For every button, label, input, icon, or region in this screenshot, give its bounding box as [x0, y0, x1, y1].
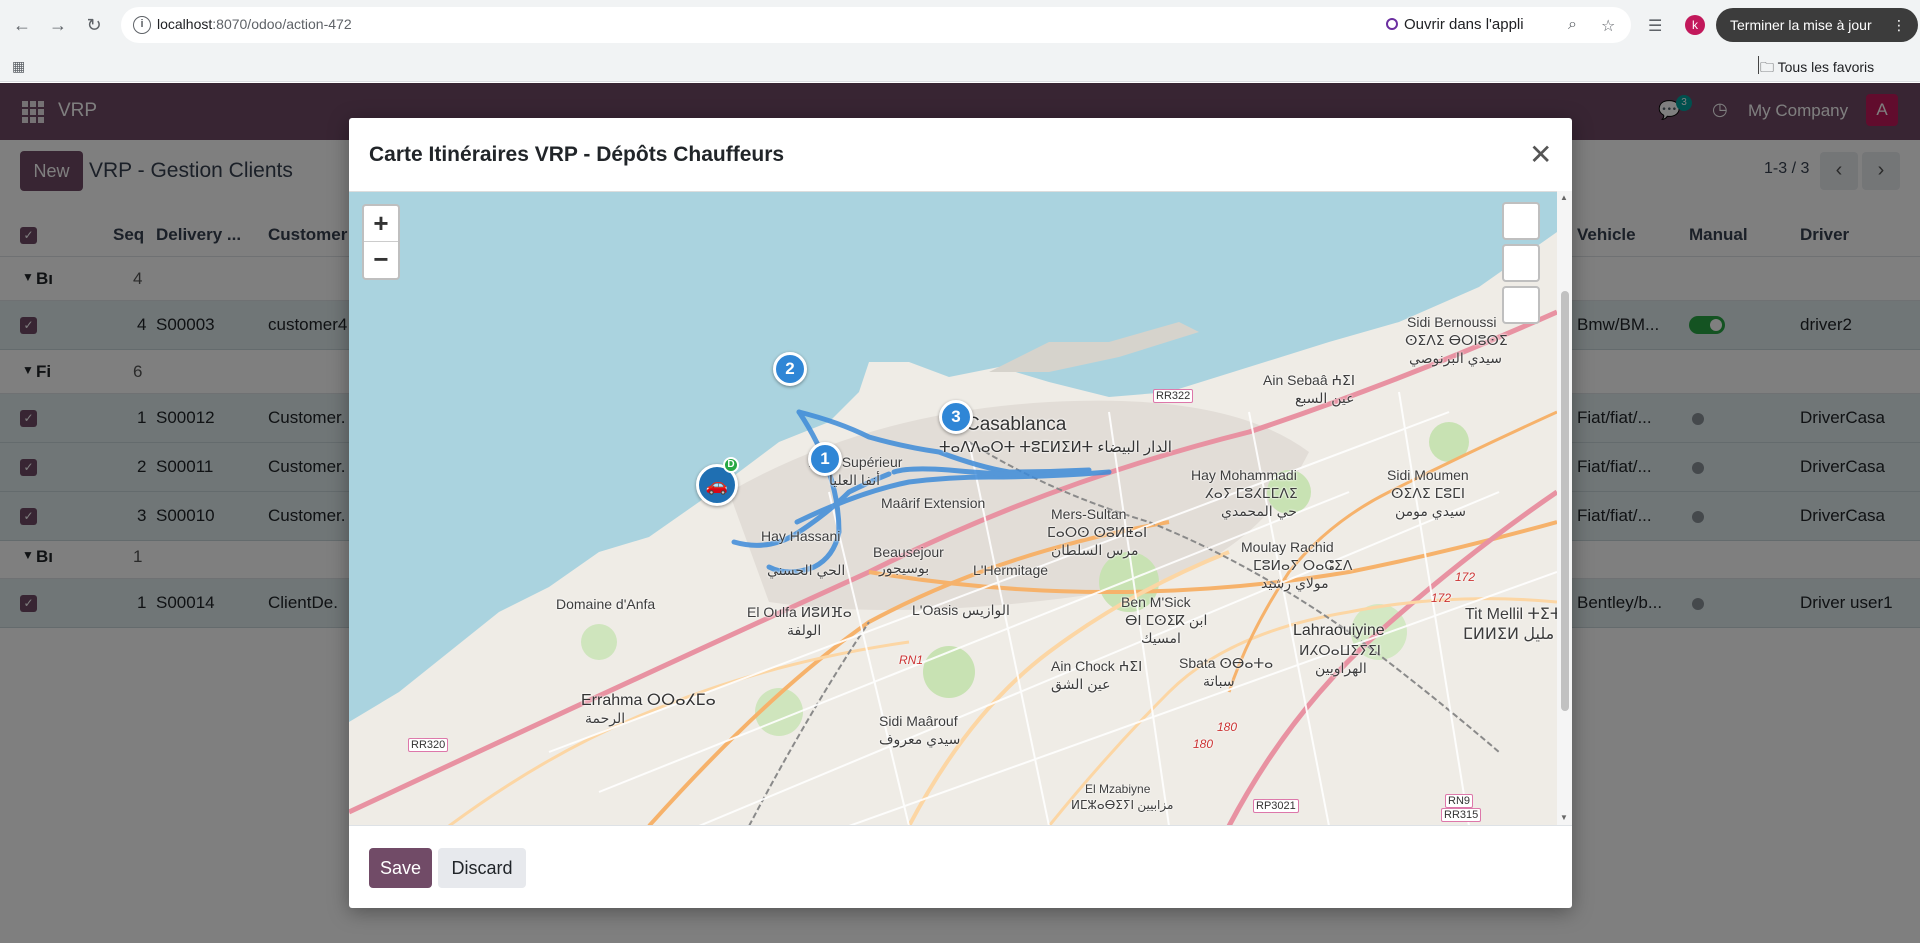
all-bookmarks-button[interactable]: 🗀 Tous les favoris	[1760, 57, 1874, 81]
map-label: Beausejour	[873, 544, 944, 560]
map-label: سيدي مومن	[1395, 503, 1467, 519]
map-label: ⵎⵍⵍⵉⵍ بط مليل	[1463, 626, 1557, 643]
road-shield: RR322	[1153, 389, 1194, 403]
apps-grid-icon[interactable]: ▦	[12, 58, 25, 75]
bookmark-star-icon[interactable]: ☆	[1601, 16, 1615, 36]
map-label: Ain Sebaâ ⵄⵉⵏ	[1263, 372, 1355, 388]
close-icon[interactable]: ✕	[1529, 138, 1552, 171]
app-ring-icon	[1386, 18, 1398, 30]
map-label: Ben M'Sick	[1121, 594, 1191, 610]
map-label: ⵜⴰⴷⴷⴰⵔⵜ ⵜⵓⵎⵍⵉⵍⵜ الدار البيضاء	[939, 439, 1172, 456]
map-label: Lahraouiyine	[1293, 622, 1385, 639]
map-label: عين السبع	[1295, 390, 1355, 406]
scroll-up-icon[interactable]: ▲	[1560, 193, 1568, 202]
map-label: ⵍⵃⵔⴰⵡⵉⵢⵉⵏ	[1299, 642, 1381, 658]
map-label: Ain Chock ⵄⵉⵏ	[1051, 658, 1143, 674]
forward-icon[interactable]: →	[44, 11, 72, 39]
map-label: سيدي البرنوصي	[1409, 350, 1502, 366]
site-info-icon[interactable]: i	[133, 16, 151, 34]
open-in-app-button[interactable]: Ouvrir dans l'appli	[1386, 16, 1524, 33]
map-label: Sidi Moumen	[1387, 467, 1469, 483]
zoom-out-button[interactable]: −	[364, 242, 398, 278]
map-label: امسيك	[1141, 630, 1181, 646]
road-number: RN1	[899, 653, 924, 667]
map-label: Casablanca	[966, 414, 1067, 435]
zoom-control: + −	[362, 204, 400, 280]
scroll-thumb[interactable]	[1561, 291, 1569, 711]
map-label: الحي الحسني	[767, 562, 846, 578]
road-number: 172	[1455, 570, 1476, 584]
road-shield: RR315	[1441, 808, 1482, 822]
menu-dots-icon: ⋮	[1892, 17, 1906, 33]
media-icon[interactable]: ☰	[1648, 16, 1662, 36]
map-control-box[interactable]	[1502, 244, 1540, 282]
address-bar[interactable]: i localhost:8070/odoo/action-472 Ouvrir …	[121, 7, 1631, 43]
bookmarks-bar: ▦ 🗀 Tous les favoris	[0, 50, 1920, 82]
folder-icon: 🗀	[1760, 59, 1774, 75]
map-label: سباتة	[1203, 673, 1235, 689]
map-label: ⴱⵏ ⵎⵙⵉⴽ ابن	[1125, 612, 1208, 628]
map-label: Tit Mellil ⵜⵉⵜ	[1465, 606, 1557, 623]
map-label: ⵙⵉⴷⵉ ⴱⵔⵏⵓⵙⵉ	[1405, 332, 1508, 348]
map-label: Sbata ⵙⴱⴰⵜⴰ	[1179, 655, 1274, 671]
profile-avatar[interactable]: k	[1685, 15, 1705, 35]
map-label: سيدي معروف	[879, 731, 961, 747]
map-label: Hay Hassani	[761, 528, 841, 544]
stop-marker-3[interactable]: 3	[939, 400, 973, 434]
map-label: Sidi Bernoussi	[1407, 314, 1497, 330]
bookmarks-divider	[1758, 56, 1759, 74]
dialog-title: Carte Itinéraires VRP - Dépôts Chauffeur…	[369, 143, 785, 166]
map-label: مرس السلطان	[1051, 542, 1139, 558]
map-label: Domaine d'Anfa	[556, 596, 656, 612]
map-label: ⵙⵉⴷⵉ ⵎⵓⵎⵏ	[1391, 485, 1465, 501]
depot-badge: D	[723, 457, 739, 473]
reload-icon[interactable]: ↻	[80, 11, 108, 39]
road-shield: RP3021	[1253, 799, 1299, 813]
road-shield: RR320	[408, 738, 449, 752]
back-icon[interactable]: ←	[8, 11, 36, 39]
route-map[interactable]: Casablanca ⵜⴰⴷⴷⴰⵔⵜ ⵜⵓⵎⵍⵉⵍⵜ الدار البيضاء…	[349, 191, 1557, 825]
map-label: الرحمة	[585, 710, 626, 726]
map-label: عين الشق	[1051, 676, 1111, 692]
map-control-box[interactable]	[1502, 202, 1540, 240]
map-label: Hay Mohammadi	[1191, 467, 1297, 483]
road-shield: RN9	[1445, 794, 1474, 808]
stop-marker-2[interactable]: 2	[773, 352, 807, 386]
map-label: مولاي رشيد	[1261, 575, 1329, 591]
map-label: الولفة	[787, 622, 822, 638]
map-label: Maârif Extension	[881, 495, 986, 511]
map-label: ⵃⴰⵢ ⵎⵓⵃⵎⵎⴷⵉ	[1205, 485, 1298, 501]
map-label: أنفا العليا	[829, 472, 881, 488]
discard-button[interactable]: Discard	[438, 848, 526, 888]
stop-marker-1[interactable]: 1	[808, 442, 842, 476]
route-map-dialog: Carte Itinéraires VRP - Dépôts Chauffeur…	[349, 118, 1572, 908]
road-number: 180	[1193, 737, 1214, 751]
map-label: حي المحمدي	[1221, 503, 1297, 519]
map-scrollbar[interactable]: ▲ ▼	[1557, 191, 1572, 825]
map-label: ⵎⴰⵔⵙ ⵙⵓⵍⵟⴰⵏ	[1047, 524, 1148, 540]
scroll-down-icon[interactable]: ▼	[1560, 813, 1568, 822]
map-label: Errahma ⵔⵔⴰⵃⵎⴰ	[581, 692, 716, 709]
map-label: ⵍⵎⵣⴰⴱⵉⵢⵏ مزابيين	[1071, 798, 1174, 812]
map-label: El Mzabiyne	[1085, 782, 1151, 796]
browser-toolbar: ← → ↻ i localhost:8070/odoo/action-472 O…	[0, 0, 1920, 50]
map-label: الهراويين	[1315, 660, 1367, 676]
map-label: بوسيجور	[879, 560, 930, 576]
zoom-icon[interactable]: ⌕	[1568, 16, 1577, 34]
map-label: L'Hermitage	[973, 562, 1049, 578]
map-label: ⵎⵓⵍⴰⵢ ⵔⴰⵛⵉⴷ	[1253, 557, 1353, 573]
map-label: Moulay Rachid	[1241, 539, 1334, 555]
zoom-in-button[interactable]: +	[364, 206, 398, 242]
map-label: Mers-Sultan	[1051, 506, 1127, 522]
save-button[interactable]: Save	[369, 848, 432, 888]
dialog-footer: Save Discard	[349, 825, 1572, 908]
map-label: El Oulfa ⵍⵓⵍⴼⴰ	[747, 604, 852, 620]
map-control-box[interactable]	[1502, 286, 1540, 324]
road-number: 172	[1431, 591, 1452, 605]
road-number: 180	[1217, 720, 1238, 734]
url-text: localhost:8070/odoo/action-472	[157, 16, 352, 32]
map-label: Sidi Maârouf	[879, 713, 958, 729]
update-button[interactable]: Terminer la mise à jour ⋮	[1716, 8, 1918, 42]
map-label: L'Oasis الوازيس	[912, 602, 1010, 618]
